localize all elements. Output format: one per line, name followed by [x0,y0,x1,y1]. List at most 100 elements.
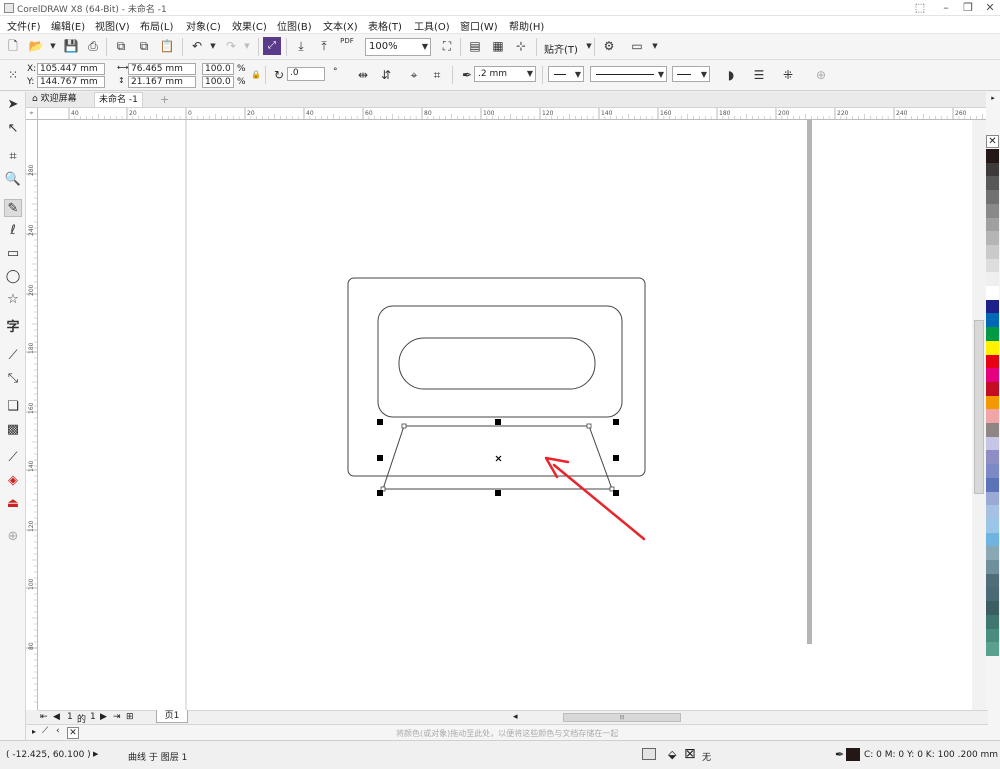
y-position-field[interactable]: 144.767 mm [37,76,105,88]
shape-tool-icon[interactable]: ⁜ [779,66,797,84]
lock-ratio-icon[interactable]: 🔒 [251,70,261,79]
drop-shadow-tool-icon[interactable]: ❏ [4,398,22,416]
add-page-icon[interactable]: ⊞ [126,712,134,722]
vertical-ruler[interactable]: 280 240 200 180 160 140 120 100 80 [26,108,38,710]
mirror-vertical-icon[interactable]: ⇵ [377,66,395,84]
restore-button[interactable]: ❐ [958,1,978,15]
selection-handle-left[interactable] [377,455,383,461]
rotation-angle-field[interactable]: .0 [287,67,325,81]
menu-text[interactable]: 文本(X) [323,18,358,33]
palette-swatch[interactable] [986,491,999,506]
selection-handle-bottom[interactable] [495,490,501,496]
rectangle-tool-icon[interactable]: ▭ [4,245,22,263]
palette-swatch[interactable] [986,395,999,410]
polygon-tool-icon[interactable]: ☆ [4,291,22,309]
horizontal-scroll-thumb[interactable]: ⦙⦙⦙ [563,713,681,722]
launcher-dropdown-icon[interactable]: ▼ [646,37,664,55]
curve-smooth-icon[interactable]: ⌗ [428,66,446,84]
palette-swatch[interactable] [986,231,999,246]
zoom-tool-icon[interactable]: 🔍 [4,171,22,189]
palette-swatch[interactable] [986,203,999,218]
vertical-scrollbar[interactable] [972,120,986,710]
cassette-window[interactable] [398,337,596,390]
scroll-left-icon[interactable]: ◂ [513,712,518,722]
palette-swatch[interactable] [986,436,999,451]
palette-swatch[interactable] [986,546,999,561]
freehand-tool-icon[interactable]: ✎ [4,199,22,217]
palette-swatch[interactable] [986,190,999,205]
cut-icon[interactable]: ⧉ [112,37,130,55]
close-curve-icon[interactable]: ◗ [722,66,740,84]
menu-help[interactable]: 帮助(H) [509,18,544,33]
menu-window[interactable]: 窗口(W) [460,18,498,33]
palette-swatch[interactable] [986,176,999,191]
tab-document[interactable]: 未命名 -1 [94,92,143,107]
vertical-scroll-thumb[interactable] [974,320,984,494]
print-icon[interactable]: ⎙ [84,37,102,55]
tab-welcome-screen[interactable]: ⌂ 欢迎屏幕 [28,92,81,107]
selection-handle-bottom-right[interactable] [613,490,619,496]
doc-palette-arrow-icon[interactable]: ▸ [32,727,36,736]
wrap-text-icon[interactable]: ☰ [750,66,768,84]
snap-to-dropdown[interactable]: 贴齐(T) [544,41,578,56]
search-content-icon[interactable]: ⤢ [263,37,281,55]
show-guidelines-icon[interactable]: ⊹ [512,37,530,55]
palette-swatch[interactable] [986,258,999,273]
import-icon[interactable]: ⤓ [292,37,310,55]
width-field[interactable]: 76.465 mm [128,63,196,75]
menu-object[interactable]: 对象(C) [186,18,221,33]
palette-swatch[interactable] [986,518,999,533]
status-expand-icon[interactable]: ▶ [93,750,98,758]
node-edit-icon[interactable]: ⌖ [405,66,423,84]
page-tab[interactable]: 页1 [156,710,188,723]
x-position-field[interactable]: 105.447 mm [37,63,105,75]
drawing-canvas[interactable] [38,120,988,710]
close-window-button[interactable]: ✕ [980,1,1000,15]
end-arrowhead-dropdown[interactable]: ▼ [672,66,710,82]
eyedropper-icon[interactable]: ⟋ [42,726,48,736]
menu-table[interactable]: 表格(T) [368,18,402,33]
shape-tool-icon[interactable]: ↖ [4,120,22,138]
height-field[interactable]: 21.167 mm [128,76,196,88]
selection-handle-bottom-left[interactable] [377,490,383,496]
export-icon[interactable]: ⤒ [315,37,333,55]
next-page-icon[interactable]: ▶ [100,712,107,722]
selection-handle-top-right[interactable] [613,419,619,425]
curve-node[interactable] [586,423,592,429]
palette-swatch[interactable] [986,560,999,574]
snap-dropdown-icon[interactable]: ▼ [580,37,598,55]
palette-swatch[interactable] [986,368,999,383]
palette-swatch[interactable] [986,244,999,259]
palette-swatch[interactable] [986,477,999,492]
cassette-outer-body[interactable] [347,277,646,477]
palette-swatch[interactable] [986,423,999,437]
menu-file[interactable]: 文件(F) [7,18,41,33]
save-icon[interactable]: 💾 [62,37,80,55]
crop-tool-icon[interactable]: ⌗ [4,148,22,166]
palette-swatch[interactable] [986,450,999,465]
text-tool-icon[interactable]: 字 [4,319,22,337]
palette-swatch[interactable] [986,162,999,177]
selection-handle-top[interactable] [495,419,501,425]
menu-bitmaps[interactable]: 位图(B) [277,18,312,33]
no-color-swatch[interactable]: ✕ [986,135,999,148]
palette-swatch[interactable] [986,409,999,424]
interactive-fill-tool-icon[interactable]: ◈ [4,472,22,490]
horizontal-ruler[interactable]: 40 20 0 20 40 60 80 100 120 140 160 180 200 220 240 260 [38,108,988,120]
drawing-area[interactable] [38,120,988,710]
first-page-icon[interactable]: ⇤ [40,712,48,722]
undo-dropdown-icon[interactable]: ▼ [204,37,222,55]
palette-swatch[interactable] [986,642,999,657]
palette-swatch[interactable] [986,272,999,287]
mirror-horizontal-icon[interactable]: ⇹ [354,66,372,84]
doc-palette-scroll-icon[interactable]: ‹ [56,726,60,736]
doc-no-color-swatch[interactable]: ✕ [67,727,79,739]
artistic-media-tool-icon[interactable]: ℓ [4,222,22,240]
transparency-tool-icon[interactable]: ▩ [4,421,22,439]
palette-scroll-up-icon[interactable]: ▸ [986,92,1000,104]
palette-swatch[interactable] [986,381,999,396]
color-eyedropper-tool-icon[interactable]: ⟋ [4,449,22,467]
palette-swatch[interactable] [986,573,999,588]
new-tab-button[interactable]: + [156,92,173,107]
palette-swatch[interactable] [986,505,999,520]
